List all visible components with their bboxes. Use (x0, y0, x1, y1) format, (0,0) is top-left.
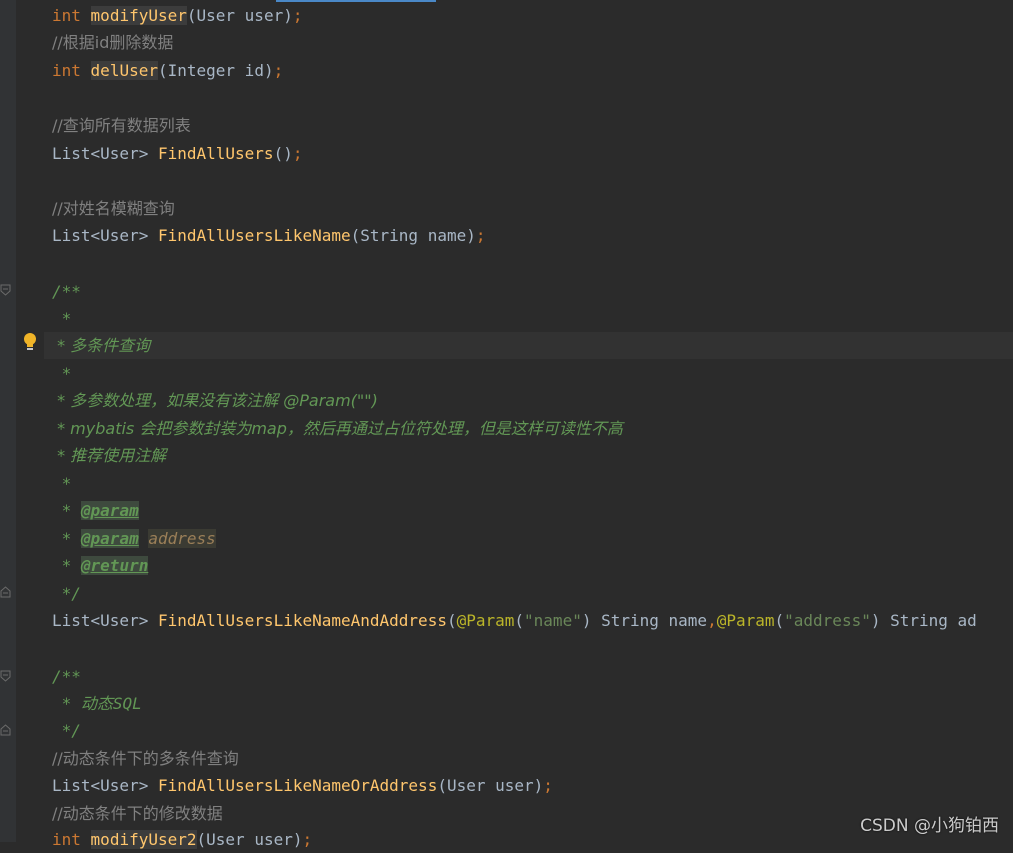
string-literal: "address" (784, 611, 871, 630)
code-line[interactable]: int modifyUser(User user); (52, 2, 302, 29)
code-comment[interactable]: //动态条件下的多条件查询 (52, 745, 239, 772)
javadoc-param-name: address (148, 529, 216, 548)
return-type: List<User> (52, 611, 149, 630)
doc-comment[interactable]: * @param address (52, 525, 216, 552)
params: (User user) (437, 776, 544, 795)
paren: ( (774, 611, 785, 630)
semicolon: ; (302, 830, 313, 849)
return-type: List<User> (52, 226, 149, 245)
doc-comment[interactable]: /** (52, 663, 81, 690)
fold-marker-icon[interactable] (0, 586, 11, 598)
code-comment[interactable]: //查询所有数据列表 (52, 112, 191, 139)
semicolon: ; (543, 776, 553, 795)
method-name: FindAllUsersLikeNameOrAddress (157, 776, 438, 795)
doc-comment[interactable]: * (52, 470, 72, 497)
doc-comment[interactable]: * (52, 360, 72, 387)
doc-comment[interactable]: * 推荐使用注解 (52, 442, 166, 469)
doc-comment[interactable]: * @return (52, 552, 149, 579)
semicolon: ; (292, 6, 303, 25)
lightbulb-icon[interactable] (22, 332, 38, 352)
keyword: int (52, 6, 81, 25)
return-type: List<User> (52, 776, 149, 795)
annotation: @Param (716, 611, 775, 630)
code-line[interactable]: List<User> FindAllUsersLikeNameAndAddres… (52, 607, 977, 634)
params: (String name) (350, 226, 476, 245)
code-line[interactable]: List<User> FindAllUsersLikeNameOrAddress… (52, 772, 553, 799)
code-line[interactable]: int modifyUser2(User user); (52, 826, 312, 853)
params: (User user) (196, 830, 303, 849)
doc-prefix: * (52, 529, 81, 548)
method-name: delUser (90, 61, 158, 80)
paren: ( (446, 611, 457, 630)
code-comment[interactable]: //动态条件下的修改数据 (52, 800, 223, 827)
method-name: FindAllUsersLikeName (157, 226, 351, 245)
annotation: @Param (456, 611, 515, 630)
semicolon: ; (273, 61, 284, 80)
javadoc-tag: @param (80, 501, 139, 520)
doc-comment[interactable]: * 多参数处理，如果没有该注解 @Param("") (52, 387, 378, 414)
params: (Integer id) (157, 61, 274, 80)
doc-comment[interactable]: * 多条件查询 (52, 332, 150, 359)
params: () (273, 144, 293, 163)
method-name: modifyUser2 (90, 830, 197, 849)
doc-comment[interactable]: /** (52, 278, 81, 305)
fold-marker-icon[interactable] (0, 670, 11, 682)
code-comment[interactable]: //根据id删除数据 (52, 29, 173, 56)
comma: , (707, 611, 717, 630)
code-line[interactable]: List<User> FindAllUsers(); (52, 140, 302, 167)
keyword: int (52, 61, 81, 80)
method-name: modifyUser (90, 6, 187, 25)
doc-comment[interactable]: */ (52, 580, 81, 607)
code-line[interactable]: int delUser(Integer id); (52, 57, 283, 84)
keyword: int (52, 830, 81, 849)
doc-comment[interactable]: * @param (52, 497, 139, 524)
method-name: FindAllUsersLikeNameAndAddress (157, 611, 447, 630)
param-decl: ) String name (581, 611, 708, 630)
doc-comment[interactable]: * mybatis 会把参数封装为map，然后再通过占位符处理，但是这样可读性不… (52, 415, 623, 442)
code-comment[interactable]: //对姓名模糊查询 (52, 195, 175, 222)
current-line-highlight (44, 332, 1013, 359)
doc-comment[interactable]: * 动态SQL (52, 690, 142, 717)
semicolon: ; (292, 144, 303, 163)
doc-prefix: * (52, 501, 81, 520)
editor-gutter (0, 0, 16, 842)
javadoc-tag: @return (80, 556, 149, 575)
param-decl: ) String ad (870, 611, 977, 630)
code-line[interactable]: List<User> FindAllUsersLikeName(String n… (52, 222, 486, 249)
doc-comment[interactable]: */ (52, 717, 81, 744)
fold-marker-icon[interactable] (0, 724, 11, 736)
semicolon: ; (475, 226, 486, 245)
doc-comment[interactable]: * (52, 305, 72, 332)
method-name: FindAllUsers (157, 144, 274, 163)
doc-prefix: * (52, 556, 81, 575)
javadoc-tag: @param (80, 529, 139, 548)
return-type: List<User> (52, 144, 149, 163)
watermark: CSDN @小狗铂西 (860, 816, 999, 836)
paren: ( (514, 611, 525, 630)
params: (User user) (186, 6, 293, 25)
string-literal: "name" (524, 611, 582, 630)
fold-marker-icon[interactable] (0, 284, 11, 296)
